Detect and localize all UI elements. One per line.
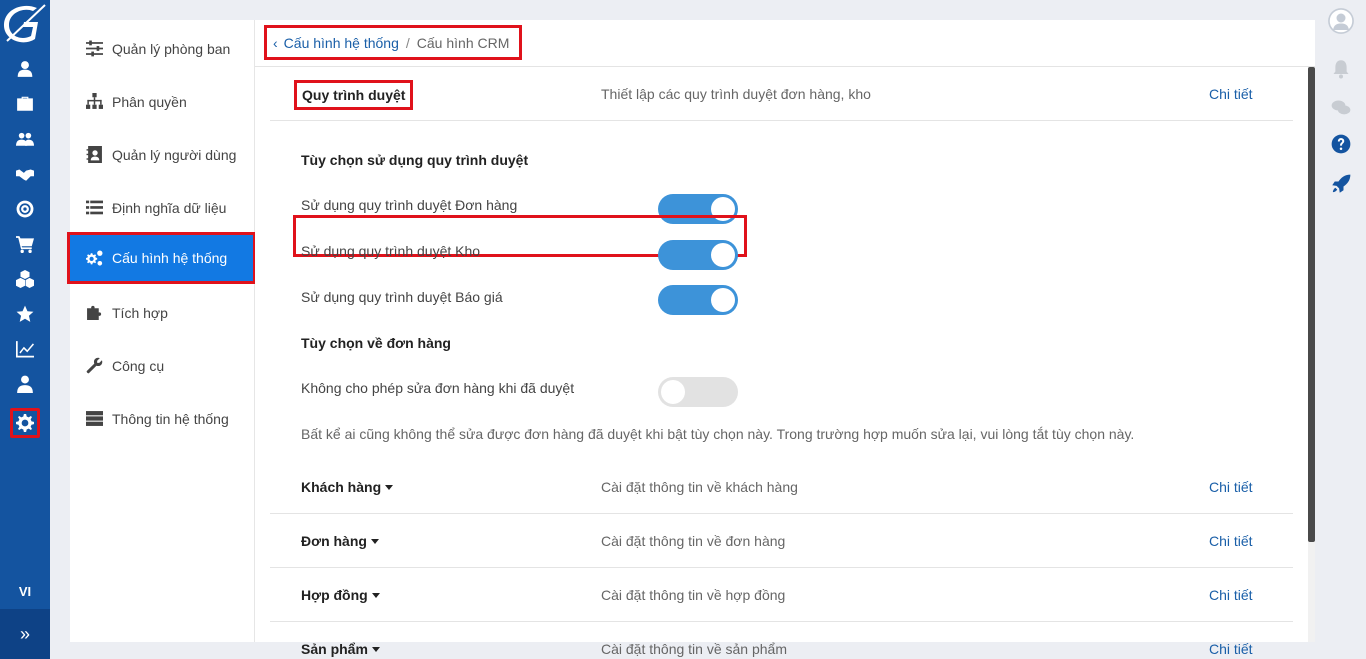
- cart-icon[interactable]: [12, 231, 38, 257]
- star-icon[interactable]: [12, 301, 38, 327]
- menu-item-system-info[interactable]: Thông tin hệ thống: [70, 392, 255, 445]
- settings-submenu: Quản lý phòng ban Phân quyền Quản lý ngư…: [67, 20, 256, 642]
- menu-item-system-config[interactable]: Cấu hình hệ thống: [67, 232, 256, 284]
- section-title-text: Khách hàng: [301, 479, 382, 495]
- avatar[interactable]: [1328, 8, 1354, 34]
- breadcrumb-current: Cấu hình CRM: [416, 34, 510, 51]
- menu-item-label: Định nghĩa dữ liệu: [112, 199, 227, 216]
- breadcrumb: ‹ Cấu hình hệ thống / Cấu hình CRM: [264, 25, 522, 60]
- help-icon[interactable]: [1329, 132, 1353, 156]
- scrollbar-thumb[interactable]: [1308, 67, 1315, 542]
- menu-item-users[interactable]: Quản lý người dùng: [70, 128, 255, 181]
- section-row-products[interactable]: Sản phẩm Cài đặt thông tin về sản phẩm C…: [270, 622, 1293, 659]
- rocket-icon[interactable]: [1329, 172, 1353, 196]
- section-title[interactable]: Đơn hàng: [301, 514, 379, 568]
- order-options-title: Tùy chọn về đơn hàng: [301, 335, 451, 351]
- section-description: Cài đặt thông tin về sản phẩm: [601, 641, 788, 657]
- list-icon: [85, 199, 103, 217]
- section-title[interactable]: Sản phẩm: [301, 622, 380, 659]
- approval-detail-link[interactable]: Chi tiết: [1209, 67, 1253, 121]
- user-icon[interactable]: [12, 56, 38, 82]
- person-icon[interactable]: [12, 371, 38, 397]
- approval-description: Thiết lập các quy trình duyệt đơn hàng, …: [601, 86, 871, 102]
- toggle-quote-approval[interactable]: [658, 285, 738, 315]
- menu-item-label: Quản lý người dùng: [112, 146, 237, 163]
- sliders-icon: [85, 40, 103, 58]
- wrench-icon: [85, 357, 103, 375]
- puzzle-icon: [85, 304, 103, 322]
- breadcrumb-parent-link[interactable]: Cấu hình hệ thống: [284, 35, 399, 51]
- section-title-text: Đơn hàng: [301, 533, 367, 549]
- toggle-lock-approved-orders[interactable]: [658, 377, 738, 407]
- option-label-quote-approval: Sử dụng quy trình duyệt Báo giá: [301, 289, 503, 305]
- handshake-icon[interactable]: [12, 161, 38, 187]
- gear-icon[interactable]: [10, 408, 40, 438]
- caret-down-icon: [371, 646, 380, 652]
- chart-icon[interactable]: [12, 336, 38, 362]
- section-description: Cài đặt thông tin về hợp đồng: [601, 587, 786, 603]
- section-title-text: Hợp đồng: [301, 587, 368, 603]
- address-book-icon: [85, 146, 103, 164]
- briefcase-icon[interactable]: [12, 91, 38, 117]
- menu-item-integrations[interactable]: Tích hợp: [70, 286, 255, 339]
- expand-rail-button[interactable]: »: [0, 609, 50, 659]
- option-label-warehouse-approval: Sử dụng quy trình duyệt Kho: [301, 243, 481, 259]
- language-switch[interactable]: VI: [0, 584, 50, 599]
- menu-item-permissions[interactable]: Phân quyền: [70, 75, 255, 128]
- menu-item-label: Cấu hình hệ thống: [112, 250, 228, 266]
- left-rail: VI »: [0, 0, 50, 659]
- option-label-order-approval: Sử dụng quy trình duyệt Đơn hàng: [301, 197, 518, 213]
- section-detail-link[interactable]: Chi tiết: [1209, 460, 1253, 514]
- section-detail-link[interactable]: Chi tiết: [1209, 568, 1253, 622]
- section-row-contracts[interactable]: Hợp đồng Cài đặt thông tin về hợp đồng C…: [270, 568, 1293, 622]
- toggle-knob: [711, 243, 735, 267]
- toggle-knob: [711, 288, 735, 312]
- menu-item-departments[interactable]: Quản lý phòng ban: [70, 22, 255, 75]
- caret-down-icon: [371, 592, 380, 598]
- approval-row: Quy trình duyệt Thiết lập các quy trình …: [270, 67, 1293, 121]
- back-icon[interactable]: ‹: [273, 35, 278, 51]
- menu-item-label: Công cụ: [112, 357, 165, 374]
- section-title-text: Sản phẩm: [301, 641, 368, 657]
- approval-options-title: Tùy chọn sử dụng quy trình duyệt: [301, 152, 529, 168]
- menu-item-tools[interactable]: Công cụ: [70, 339, 255, 392]
- cubes-icon[interactable]: [12, 266, 38, 292]
- section-title[interactable]: Khách hàng: [301, 460, 394, 514]
- section-detail-link[interactable]: Chi tiết: [1209, 514, 1253, 568]
- breadcrumb-separator: /: [405, 34, 410, 51]
- menu-item-label: Thông tin hệ thống: [112, 410, 229, 427]
- section-row-orders[interactable]: Đơn hàng Cài đặt thông tin về đơn hàng C…: [270, 514, 1293, 568]
- section-row-customers[interactable]: Khách hàng Cài đặt thông tin về khách hà…: [270, 460, 1293, 514]
- server-icon: [85, 410, 103, 428]
- toggle-warehouse-approval[interactable]: [658, 240, 738, 270]
- menu-item-label: Phân quyền: [112, 93, 187, 110]
- chat-icon[interactable]: [1329, 96, 1353, 120]
- main-panel: ‹ Cấu hình hệ thống / Cấu hình CRM Quy t…: [255, 20, 1315, 657]
- target-icon[interactable]: [12, 196, 38, 222]
- section-title[interactable]: Hợp đồng: [301, 568, 380, 622]
- users-icon[interactable]: [12, 126, 38, 152]
- approval-title: Quy trình duyệt: [294, 80, 414, 110]
- lock-orders-note: Bất kể ai cũng không thể sửa được đơn hà…: [301, 426, 1135, 442]
- menu-item-data-definitions[interactable]: Định nghĩa dữ liệu: [70, 181, 255, 234]
- sitemap-icon: [85, 93, 103, 111]
- gears-icon: [85, 249, 103, 267]
- menu-item-label: Quản lý phòng ban: [112, 40, 231, 57]
- section-description: Cài đặt thông tin về đơn hàng: [601, 533, 786, 549]
- toggle-knob: [661, 380, 685, 404]
- option-label-lock-approved-orders: Không cho phép sửa đơn hàng khi đã duyệt: [301, 380, 575, 396]
- caret-down-icon: [385, 484, 394, 490]
- caret-down-icon: [370, 538, 379, 544]
- app-logo[interactable]: [3, 3, 47, 45]
- section-description: Cài đặt thông tin về khách hàng: [601, 479, 798, 495]
- section-detail-link[interactable]: Chi tiết: [1209, 622, 1253, 659]
- menu-item-label: Tích hợp: [112, 304, 168, 321]
- bell-icon[interactable]: [1329, 57, 1353, 81]
